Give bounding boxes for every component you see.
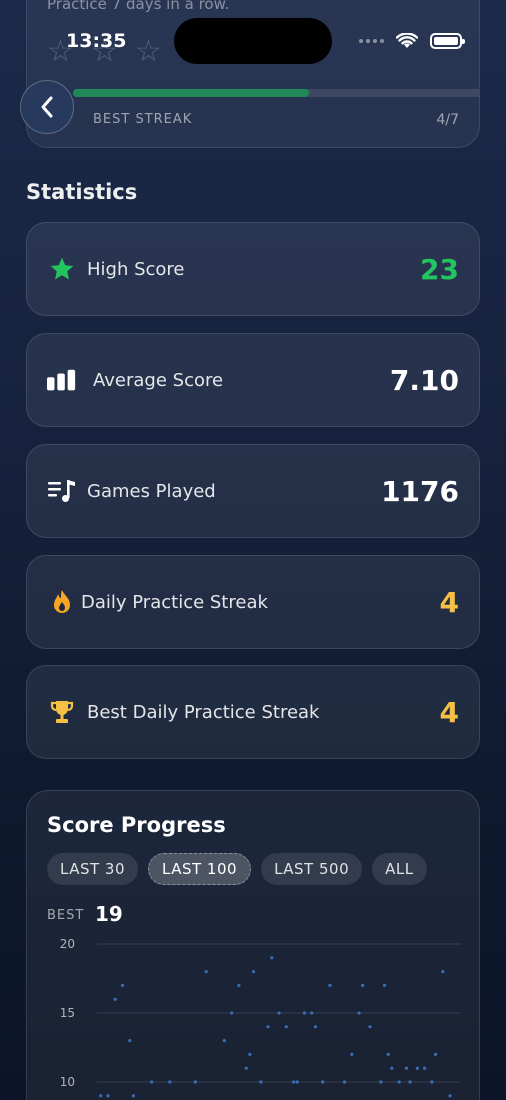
score-point bbox=[204, 970, 208, 974]
score-point bbox=[368, 1025, 372, 1029]
stat-card-daily-streak: Daily Practice Streak 4 bbox=[26, 555, 480, 649]
stat-label: Daily Practice Streak bbox=[81, 591, 268, 613]
score-progress-card: Score Progress LAST 30 LAST 100 LAST 500… bbox=[26, 790, 480, 1100]
score-point bbox=[237, 983, 241, 987]
score-point bbox=[382, 983, 387, 987]
section-title: Statistics bbox=[26, 180, 138, 204]
score-progress-title: Score Progress bbox=[47, 813, 226, 837]
score-point bbox=[150, 1080, 154, 1084]
stat-card-games-played: Games Played 1176 bbox=[26, 444, 480, 538]
best-label: BEST bbox=[47, 908, 85, 923]
score-point bbox=[270, 956, 274, 960]
score-point bbox=[120, 983, 125, 987]
score-point bbox=[131, 1094, 135, 1098]
filter-last-100[interactable]: LAST 100 bbox=[148, 853, 252, 885]
score-point bbox=[379, 1080, 383, 1084]
score-point bbox=[441, 970, 445, 974]
score-point bbox=[222, 1039, 226, 1043]
score-point bbox=[230, 1011, 234, 1015]
streak-progress-fill bbox=[73, 89, 309, 97]
score-point bbox=[266, 1025, 270, 1029]
stat-value: 7.10 bbox=[389, 363, 459, 397]
score-point bbox=[361, 983, 365, 987]
best-value: 19 bbox=[95, 902, 123, 926]
streak-progress-bar bbox=[73, 89, 479, 97]
stat-label: High Score bbox=[87, 258, 185, 280]
stat-card-best-daily-streak: Best Daily Practice Streak 4 bbox=[26, 665, 480, 759]
score-point bbox=[168, 1080, 172, 1084]
chevron-left-icon bbox=[41, 96, 53, 118]
score-point bbox=[430, 1080, 434, 1084]
score-point bbox=[404, 1066, 408, 1070]
score-point bbox=[350, 1052, 354, 1056]
score-point bbox=[106, 1094, 110, 1098]
filter-last-30[interactable]: LAST 30 bbox=[47, 853, 139, 885]
score-point bbox=[99, 1094, 103, 1098]
streak-label: BEST STREAK bbox=[93, 112, 193, 127]
stat-label: Games Played bbox=[87, 480, 216, 502]
score-point bbox=[291, 1080, 296, 1084]
score-point bbox=[295, 1080, 299, 1084]
filter-last-500[interactable]: LAST 500 bbox=[261, 853, 363, 885]
streak-value: 4/7 bbox=[436, 112, 459, 128]
score-point bbox=[357, 1011, 361, 1015]
y-tick-label: 15 bbox=[60, 1006, 75, 1020]
star-outline-icon: ☆ bbox=[135, 34, 162, 69]
score-point bbox=[284, 1025, 288, 1029]
stat-value: 4 bbox=[439, 695, 459, 729]
score-point bbox=[244, 1066, 248, 1070]
y-tick-label: 20 bbox=[60, 937, 75, 951]
playlist-music-icon bbox=[47, 476, 77, 506]
trophy-icon bbox=[47, 697, 77, 727]
signal-icon bbox=[359, 39, 384, 43]
score-point bbox=[423, 1066, 427, 1070]
streak-subtitle: Practice 7 days in a row. bbox=[47, 0, 230, 13]
status-indicators bbox=[359, 33, 465, 49]
star-icon bbox=[47, 254, 77, 284]
score-point bbox=[313, 1025, 317, 1029]
wifi-icon bbox=[396, 33, 418, 48]
stat-value: 1176 bbox=[381, 474, 459, 508]
score-point bbox=[302, 1011, 307, 1015]
score-point bbox=[128, 1039, 132, 1043]
y-tick-label: 10 bbox=[60, 1075, 75, 1089]
score-point bbox=[113, 997, 117, 1001]
score-point bbox=[251, 970, 256, 974]
range-filters: LAST 30 LAST 100 LAST 500 ALL bbox=[47, 853, 427, 885]
score-point bbox=[397, 1080, 401, 1084]
stat-value: 4 bbox=[439, 585, 459, 619]
score-point bbox=[342, 1080, 347, 1084]
score-scatter-chart: 20 15 10 bbox=[60, 937, 461, 1098]
score-point bbox=[390, 1066, 394, 1070]
flame-icon bbox=[47, 587, 77, 617]
filter-all[interactable]: ALL bbox=[372, 853, 427, 885]
stat-label: Average Score bbox=[93, 369, 224, 391]
battery-icon bbox=[430, 33, 465, 49]
score-point bbox=[433, 1052, 438, 1056]
score-point bbox=[386, 1052, 390, 1056]
stat-card-high-score: High Score 23 bbox=[26, 222, 480, 316]
score-point bbox=[277, 1011, 281, 1015]
score-point bbox=[259, 1080, 263, 1084]
stat-label: Best Daily Practice Streak bbox=[87, 701, 320, 723]
score-point bbox=[310, 1011, 314, 1015]
dynamic-island bbox=[174, 18, 332, 64]
stat-value: 23 bbox=[420, 252, 459, 286]
score-point bbox=[193, 1080, 197, 1084]
status-time: 13:35 bbox=[66, 30, 127, 52]
score-point bbox=[328, 983, 332, 987]
stat-card-average-score: Average Score 7.10 bbox=[26, 333, 480, 427]
score-point bbox=[448, 1094, 452, 1098]
bar-chart-icon bbox=[47, 365, 77, 395]
score-point bbox=[408, 1080, 412, 1084]
back-button[interactable] bbox=[20, 80, 74, 134]
score-point bbox=[415, 1066, 419, 1070]
score-point bbox=[248, 1052, 252, 1056]
score-point bbox=[321, 1080, 325, 1084]
